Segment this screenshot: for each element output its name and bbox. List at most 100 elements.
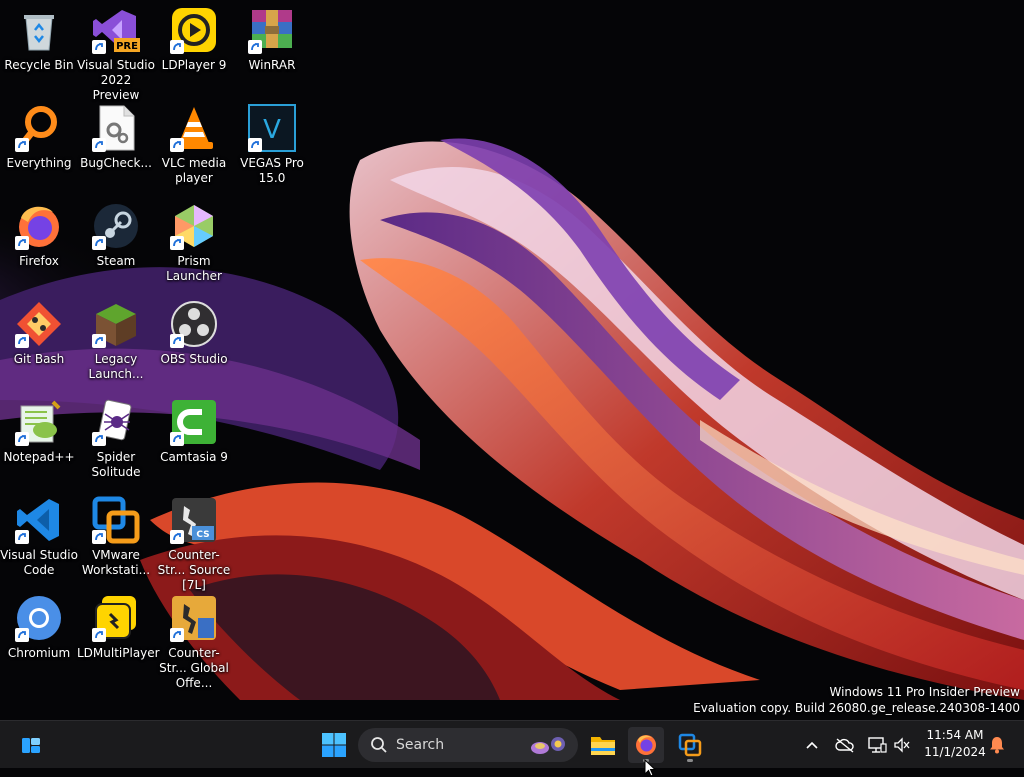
taskbar-firefox[interactable] — [628, 727, 664, 763]
desktop-icon[interactable]: VLC media player — [156, 98, 232, 194]
shortcut-arrow-icon — [92, 628, 106, 642]
desktop-icon[interactable]: WinRAR — [234, 0, 310, 96]
volume-tray-button[interactable] — [887, 729, 917, 761]
shortcut-arrow-icon — [15, 138, 29, 152]
desktop-icon-label: Legacy Launch... — [88, 352, 144, 381]
desktop-icon[interactable]: Firefox — [1, 196, 77, 292]
desktop-icon[interactable]: CS Counter-Str... Source [7L] — [156, 490, 232, 592]
obs-studio-icon — [170, 300, 218, 348]
shortcut-arrow-icon — [248, 138, 262, 152]
svg-text:PRE: PRE — [116, 41, 138, 52]
desktop-icon[interactable]: Visual Studio Code — [0, 490, 78, 586]
clock-time: 11:54 AM — [926, 728, 984, 742]
desktop-icon-label: Counter-Str... Source [7L] — [157, 548, 231, 592]
desktop-icon-label: Git Bash — [13, 352, 65, 366]
onedrive-tray-button[interactable] — [830, 729, 860, 761]
shortcut-arrow-icon — [92, 40, 106, 54]
everything-search-icon — [15, 104, 63, 152]
start-button[interactable] — [316, 727, 352, 763]
desktop-icon-label: LDMultiPlayer — [77, 646, 160, 660]
desktop-icon-label: Counter-Str... Global Offe... — [159, 646, 229, 690]
svg-text:CS: CS — [196, 530, 209, 540]
desktop-icon-label: Visual Studio Code — [0, 548, 78, 577]
desktop-icon-label: LDPlayer 9 — [161, 58, 227, 72]
shortcut-arrow-icon — [92, 236, 106, 250]
ldplayer-icon — [170, 6, 218, 54]
desktop-icon[interactable]: Git Bash — [1, 294, 77, 390]
shortcut-arrow-icon — [15, 236, 29, 250]
desktop-icon-label: Everything — [6, 156, 72, 170]
search-highlight-icon — [531, 737, 565, 754]
file-explorer-icon — [591, 737, 615, 755]
desktop-icon[interactable]: Notepad++ — [1, 392, 77, 488]
desktop-icon[interactable]: Counter-Str... Global Offe... — [156, 588, 232, 690]
shortcut-arrow-icon — [92, 138, 106, 152]
widgets-button[interactable] — [13, 727, 49, 763]
git-bash-icon — [15, 300, 63, 348]
desktop-icon[interactable]: Camtasia 9 — [156, 392, 232, 488]
notifications-button[interactable] — [982, 729, 1012, 761]
svg-text:V: V — [263, 115, 281, 145]
chromium-icon — [15, 594, 63, 642]
desktop-icon[interactable]: Chromium — [1, 588, 77, 684]
desktop-icon-label: Prism Launcher — [166, 254, 222, 283]
shortcut-arrow-icon — [170, 628, 184, 642]
shortcut-arrow-icon — [170, 530, 184, 544]
steam-icon — [92, 202, 140, 250]
cloud-offline-icon — [835, 738, 854, 753]
shortcut-arrow-icon — [15, 628, 29, 642]
taskbar-file-explorer[interactable] — [585, 727, 621, 763]
notepad-plus-plus-icon — [15, 398, 63, 446]
watermark-line1: Windows 11 Pro Insider Preview — [829, 685, 1020, 699]
taskbar-clock[interactable]: 11:54 AM 11/1/2024 — [918, 727, 992, 761]
shortcut-arrow-icon — [170, 432, 184, 446]
chevron-up-icon — [806, 741, 818, 749]
prism-launcher-icon — [170, 202, 218, 250]
vlc-icon — [170, 104, 218, 152]
desktop-icon[interactable]: V VEGAS Pro 15.0 — [234, 98, 310, 194]
desktop-icon[interactable]: Legacy Launch... — [78, 294, 154, 390]
desktop-icon[interactable]: BugCheck... — [78, 98, 154, 194]
show-hidden-icons-button[interactable] — [797, 729, 827, 761]
desktop-icon[interactable]: VMware Workstati... — [78, 490, 154, 586]
windows-logo-icon — [322, 733, 346, 757]
shortcut-arrow-icon — [92, 530, 106, 544]
widgets-icon — [22, 738, 40, 753]
shortcut-arrow-icon — [170, 236, 184, 250]
desktop-icon-label: Camtasia 9 — [160, 450, 228, 464]
firefox-icon — [15, 202, 63, 250]
desktop-icon[interactable]: Steam — [78, 196, 154, 292]
desktop-icon-label: Steam — [96, 254, 136, 268]
desktop-icon-label: Notepad++ — [3, 450, 75, 464]
desktop-icon[interactable]: OBS Studio — [156, 294, 232, 390]
desktop-icon[interactable]: LDPlayer 9 — [156, 0, 232, 96]
clock-date: 11/1/2024 — [924, 745, 986, 759]
desktop-icon-label: WinRAR — [248, 58, 296, 72]
firefox-icon — [636, 735, 656, 755]
shortcut-arrow-icon — [92, 432, 106, 446]
desktop-icon-label: BugCheck... — [80, 156, 152, 170]
ldmultiplayer-icon — [92, 594, 140, 642]
taskbar-vmware[interactable] — [672, 727, 708, 763]
desktop-icon[interactable]: Prism Launcher — [156, 196, 232, 292]
shortcut-arrow-icon — [170, 40, 184, 54]
shortcut-arrow-icon — [15, 530, 29, 544]
desktop-icon[interactable]: PRE Visual Studio 2022 Preview — [77, 0, 155, 102]
desktop-icon-label: VEGAS Pro 15.0 — [240, 156, 304, 185]
shortcut-arrow-icon — [15, 334, 29, 348]
shortcut-arrow-icon — [170, 334, 184, 348]
search-placeholder: Search — [396, 737, 445, 753]
taskbar: Search 11:54 AM 11/1/2024 — [0, 720, 1024, 768]
winrar-icon — [248, 6, 296, 54]
running-indicator — [687, 759, 693, 762]
desktop-icon[interactable]: Recycle Bin — [1, 0, 77, 96]
desktop-icon[interactable]: Spider Solitude — [78, 392, 154, 488]
counter-strike-go-icon — [170, 594, 218, 642]
taskbar-search-box[interactable]: Search — [358, 728, 578, 762]
bell-icon — [990, 737, 1004, 754]
desktop-icon[interactable]: LDMultiPlayer — [77, 588, 160, 684]
desktop-icon-label: Visual Studio 2022 Preview — [77, 58, 155, 102]
desktop-icon[interactable]: Everything — [1, 98, 77, 194]
desktop-icon-label: Recycle Bin — [4, 58, 74, 72]
spider-solitaire-icon — [92, 398, 140, 446]
